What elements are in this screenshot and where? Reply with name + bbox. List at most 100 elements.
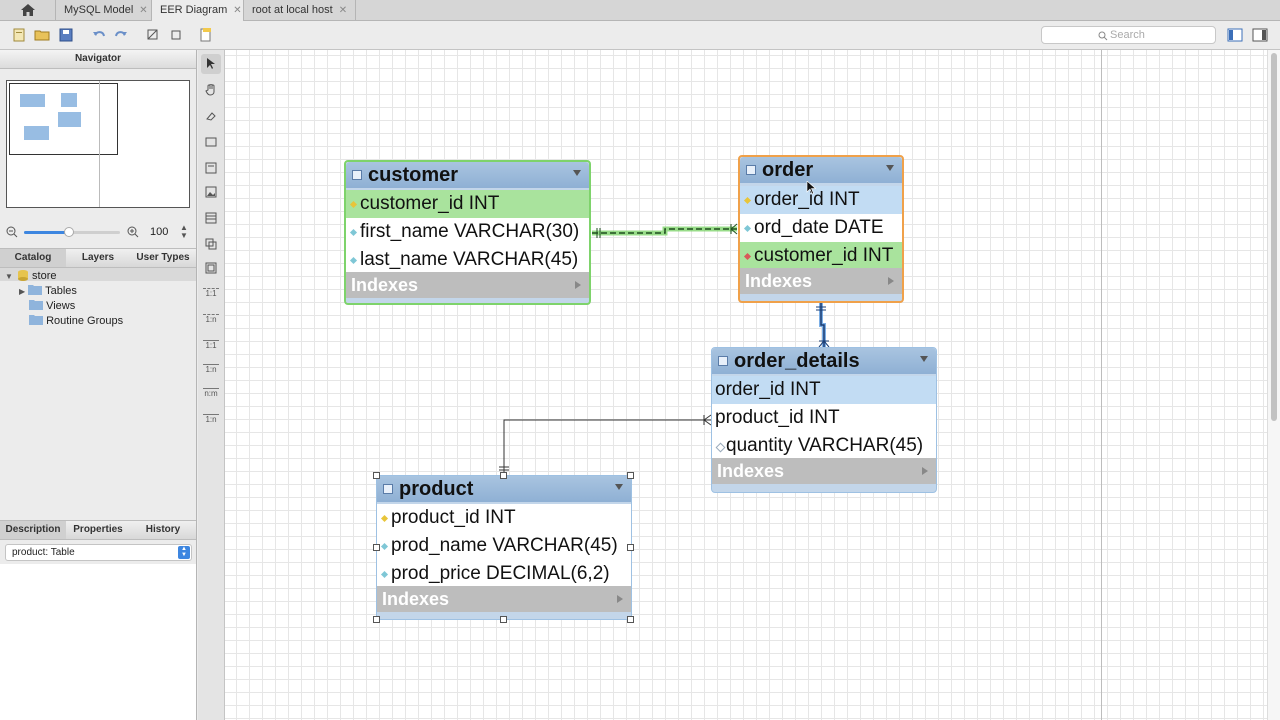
resize-handle[interactable]: [627, 616, 634, 623]
table-header[interactable]: product: [377, 476, 631, 502]
resize-handle[interactable]: [373, 544, 380, 551]
diagram-canvas[interactable]: customer customer_id INT first_name VARC…: [225, 50, 1267, 720]
align-icon[interactable]: [168, 27, 184, 43]
routine-group-tool[interactable]: [201, 258, 221, 278]
indexes-section[interactable]: Indexes: [740, 268, 902, 294]
indexes-section[interactable]: Indexes: [346, 272, 589, 298]
table-customer[interactable]: customer customer_id INT first_name VARC…: [344, 160, 591, 305]
column-row[interactable]: prod_name VARCHAR(45): [377, 532, 631, 560]
column-row[interactable]: customer_id INT: [740, 242, 902, 270]
chevron-right-icon[interactable]: [922, 467, 928, 475]
tab-history[interactable]: History: [130, 521, 196, 539]
tree-item-views[interactable]: Views: [29, 299, 75, 312]
table-header[interactable]: order_details: [712, 348, 936, 374]
chevron-right-icon[interactable]: [575, 281, 581, 289]
resize-handle[interactable]: [500, 616, 507, 623]
object-selector[interactable]: product: Table ▲ ▼: [5, 544, 192, 561]
chevron-right-icon[interactable]: [888, 277, 894, 285]
table-product[interactable]: product product_id INT prod_name VARCHAR…: [376, 475, 632, 620]
relationship-1-1-tool[interactable]: 1:1: [201, 286, 221, 306]
table-header[interactable]: customer: [346, 162, 589, 188]
tab-eer-diagram[interactable]: EER Diagram ✕: [152, 0, 244, 21]
open-folder-icon[interactable]: [34, 27, 50, 43]
tree-item-routine-groups[interactable]: Routine Groups: [29, 314, 123, 327]
close-icon[interactable]: ✕: [233, 5, 241, 16]
resize-handle[interactable]: [500, 472, 507, 479]
hand-tool[interactable]: [201, 80, 221, 100]
resize-handle[interactable]: [373, 616, 380, 623]
relationship-1-1-id-tool[interactable]: 1:1: [201, 338, 221, 358]
column-row[interactable]: last_name VARCHAR(45): [346, 246, 589, 274]
pointer-tool[interactable]: [201, 54, 221, 74]
search-input[interactable]: Search: [1041, 26, 1216, 44]
column-row[interactable]: first_name VARCHAR(30): [346, 218, 589, 246]
relationship-n-m-tool[interactable]: n:m: [201, 386, 221, 406]
toggle-secondary-sidebar-icon[interactable]: [1252, 27, 1268, 43]
undo-icon[interactable]: [91, 27, 107, 43]
column-row[interactable]: ord_date DATE: [740, 214, 902, 242]
indexes-section[interactable]: Indexes: [712, 458, 936, 484]
chevron-updown-icon[interactable]: ▲ ▼: [178, 546, 190, 559]
table-order[interactable]: order order_id INT ord_date DATE custome…: [738, 155, 904, 303]
text-tool[interactable]: [201, 158, 221, 178]
view-tool[interactable]: [201, 234, 221, 254]
zoom-value[interactable]: 100: [150, 226, 176, 238]
resize-handle[interactable]: [373, 472, 380, 479]
home-tab[interactable]: [0, 0, 56, 20]
column-row[interactable]: customer_id INT: [346, 190, 589, 218]
redo-icon[interactable]: [113, 27, 129, 43]
chevron-down-icon[interactable]: [920, 356, 928, 362]
chevron-down-icon[interactable]: [615, 484, 623, 490]
resize-handle[interactable]: [627, 544, 634, 551]
chevron-down-icon[interactable]: [886, 165, 894, 171]
tab-root-at-local-host[interactable]: root at local host ✕: [244, 0, 356, 20]
chevron-right-icon[interactable]: [617, 595, 623, 603]
column-row[interactable]: quantity VARCHAR(45): [712, 432, 936, 460]
column-row[interactable]: product_id INT: [377, 504, 631, 532]
close-icon[interactable]: ✕: [339, 5, 347, 16]
image-tool[interactable]: [201, 182, 221, 202]
scrollbar-thumb[interactable]: [1271, 53, 1277, 421]
chevron-down-icon[interactable]: [573, 170, 581, 176]
tab-mysql-model[interactable]: MySQL Model ✕: [56, 0, 152, 20]
tab-catalog[interactable]: Catalog: [0, 249, 66, 267]
zoom-in-icon[interactable]: [127, 226, 139, 238]
relationship-customer-order[interactable]: [592, 223, 738, 238]
save-icon[interactable]: [58, 27, 74, 43]
tree-item-tables[interactable]: ▶ Tables: [19, 284, 77, 297]
tree-schema-store[interactable]: ▼ store: [5, 269, 57, 282]
zoom-stepper[interactable]: ▲ ▼: [180, 224, 188, 240]
tab-user-types[interactable]: User Types: [130, 249, 196, 267]
close-icon[interactable]: ✕: [139, 5, 147, 16]
zoom-out-icon[interactable]: [6, 226, 18, 238]
disclosure-down-icon[interactable]: ▼: [5, 272, 13, 281]
tab-description[interactable]: Description: [0, 521, 66, 539]
new-file-icon[interactable]: [11, 27, 27, 43]
description-text-area[interactable]: [0, 564, 196, 720]
relationship-1-n-id-tool[interactable]: 1:n: [201, 362, 221, 382]
relationship-existing-columns-tool[interactable]: 1:n: [201, 412, 221, 432]
zoom-slider[interactable]: [24, 227, 120, 237]
disclosure-right-icon[interactable]: ▶: [19, 287, 25, 296]
page-icon[interactable]: [198, 27, 214, 43]
navigator-minimap[interactable]: [6, 80, 190, 208]
table-header[interactable]: order: [740, 157, 902, 183]
relationship-product-order-details[interactable]: [499, 414, 712, 473]
table-tool[interactable]: [201, 208, 221, 228]
eraser-tool[interactable]: [201, 106, 221, 126]
tab-layers[interactable]: Layers: [66, 249, 130, 267]
resize-handle[interactable]: [627, 472, 634, 479]
zoom-slider-thumb[interactable]: [64, 227, 74, 237]
column-row[interactable]: order_id INT: [740, 186, 902, 214]
indexes-section[interactable]: Indexes: [377, 586, 631, 612]
toggle-grid-icon[interactable]: [145, 27, 161, 43]
tab-properties[interactable]: Properties: [66, 521, 130, 539]
toggle-sidebar-icon[interactable]: [1227, 27, 1243, 43]
vertical-scrollbar[interactable]: [1267, 50, 1280, 720]
column-row[interactable]: product_id INT: [712, 404, 936, 432]
relationship-order-order-details[interactable]: [816, 303, 830, 348]
column-row[interactable]: prod_price DECIMAL(6,2): [377, 560, 631, 588]
table-order-details[interactable]: order_details order_id INT product_id IN…: [711, 347, 937, 493]
relationship-1-n-tool[interactable]: 1:n: [201, 312, 221, 332]
column-row[interactable]: order_id INT: [712, 376, 936, 404]
